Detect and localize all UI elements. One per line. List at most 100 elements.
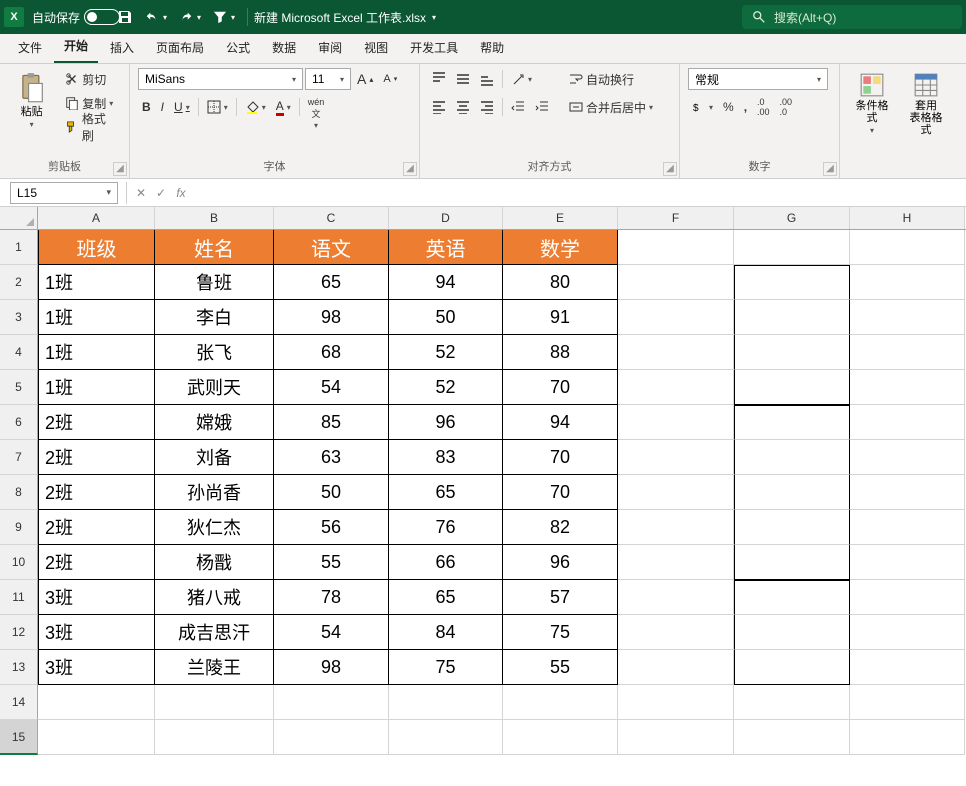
row-header[interactable]: 11 <box>0 580 38 615</box>
tab-file[interactable]: 文件 <box>8 33 52 63</box>
col-header-D[interactable]: D <box>389 207 503 229</box>
cell[interactable]: 嫦娥 <box>155 405 274 440</box>
col-header-A[interactable]: A <box>38 207 155 229</box>
cell[interactable] <box>734 335 850 370</box>
cell[interactable]: 98 <box>274 650 389 685</box>
comma-button[interactable]: , <box>740 96 751 118</box>
tab-review[interactable]: 审阅 <box>308 33 352 63</box>
cell[interactable]: 83 <box>389 440 503 475</box>
cell[interactable]: 91 <box>503 300 618 335</box>
cell[interactable] <box>850 475 965 510</box>
cell[interactable] <box>618 685 734 720</box>
cell[interactable] <box>618 370 734 405</box>
col-header-H[interactable]: H <box>850 207 965 229</box>
cell[interactable] <box>618 615 734 650</box>
cell[interactable] <box>389 720 503 755</box>
row-header[interactable]: 5 <box>0 370 38 405</box>
fill-color-button[interactable]: ▾ <box>241 96 270 118</box>
toggle-off-icon[interactable] <box>84 9 120 25</box>
cell[interactable] <box>618 440 734 475</box>
filter-button[interactable]: ▾ <box>207 6 241 28</box>
clipboard-launcher[interactable]: ◢ <box>113 162 127 176</box>
merge-center-button[interactable]: 合并后居中▾ <box>565 96 657 118</box>
cell[interactable]: 98 <box>274 300 389 335</box>
format-painter-button[interactable]: 格式刷 <box>61 116 121 138</box>
row-header[interactable]: 1 <box>0 230 38 265</box>
cell[interactable] <box>38 685 155 720</box>
cell[interactable] <box>734 440 850 475</box>
cell[interactable]: 52 <box>389 335 503 370</box>
tab-home[interactable]: 开始 <box>54 31 98 63</box>
cell[interactable]: 96 <box>389 405 503 440</box>
cell[interactable]: 班级 <box>38 230 155 265</box>
tab-developer[interactable]: 开发工具 <box>400 33 468 63</box>
cell[interactable]: 82 <box>503 510 618 545</box>
number-launcher[interactable]: ◢ <box>823 162 837 176</box>
align-left-button[interactable] <box>428 96 450 118</box>
cell[interactable] <box>618 475 734 510</box>
borders-button[interactable]: ▾ <box>203 96 232 118</box>
cell[interactable] <box>389 685 503 720</box>
row-header[interactable]: 8 <box>0 475 38 510</box>
align-bottom-button[interactable] <box>476 68 498 90</box>
underline-button[interactable]: U▾ <box>170 96 194 118</box>
cell[interactable]: 55 <box>503 650 618 685</box>
percent-button[interactable]: % <box>719 96 738 118</box>
cell[interactable]: 84 <box>389 615 503 650</box>
cell[interactable] <box>155 720 274 755</box>
cell[interactable]: 英语 <box>389 230 503 265</box>
cell[interactable] <box>850 685 965 720</box>
italic-button[interactable]: I <box>157 96 168 118</box>
cell[interactable] <box>734 720 850 755</box>
cell[interactable]: 54 <box>274 615 389 650</box>
col-header-E[interactable]: E <box>503 207 618 229</box>
cell[interactable]: 78 <box>274 580 389 615</box>
align-middle-button[interactable] <box>452 68 474 90</box>
conditional-format-button[interactable]: 条件格式▾ <box>848 68 896 139</box>
tab-view[interactable]: 视图 <box>354 33 398 63</box>
align-right-button[interactable] <box>476 96 498 118</box>
cell[interactable]: 张飞 <box>155 335 274 370</box>
cell[interactable]: 刘备 <box>155 440 274 475</box>
tab-insert[interactable]: 插入 <box>100 33 144 63</box>
cell[interactable]: 2班 <box>38 475 155 510</box>
cell[interactable]: 66 <box>389 545 503 580</box>
cell[interactable]: 3班 <box>38 615 155 650</box>
pinyin-button[interactable]: wén文▾ <box>304 96 329 118</box>
cell[interactable]: 80 <box>503 265 618 300</box>
align-top-button[interactable] <box>428 68 450 90</box>
font-size-combo[interactable]: 11▾ <box>305 68 351 90</box>
increase-decimal-button[interactable]: .0.00 <box>753 96 774 118</box>
cell[interactable]: 50 <box>389 300 503 335</box>
cell[interactable]: 成吉思汗 <box>155 615 274 650</box>
align-center-button[interactable] <box>452 96 474 118</box>
col-header-B[interactable]: B <box>155 207 274 229</box>
cell[interactable]: 猪八戒 <box>155 580 274 615</box>
cell[interactable] <box>850 265 965 300</box>
cell[interactable] <box>734 370 850 405</box>
cell[interactable]: 鲁班 <box>155 265 274 300</box>
cell[interactable]: 55 <box>274 545 389 580</box>
cell[interactable] <box>850 300 965 335</box>
cell[interactable]: 1班 <box>38 370 155 405</box>
cell[interactable]: 65 <box>389 475 503 510</box>
cell[interactable]: 63 <box>274 440 389 475</box>
cell[interactable] <box>850 650 965 685</box>
cell[interactable]: 85 <box>274 405 389 440</box>
cell[interactable]: 1班 <box>38 265 155 300</box>
row-header[interactable]: 14 <box>0 685 38 720</box>
cell[interactable] <box>850 405 965 440</box>
cell[interactable]: 94 <box>503 405 618 440</box>
name-box[interactable]: L15▾ <box>10 182 118 204</box>
font-launcher[interactable]: ◢ <box>403 162 417 176</box>
increase-indent-button[interactable] <box>531 96 553 118</box>
cut-button[interactable]: 剪切 <box>61 68 121 90</box>
cell[interactable]: 武则天 <box>155 370 274 405</box>
cell[interactable] <box>734 405 850 440</box>
row-header[interactable]: 7 <box>0 440 38 475</box>
cell[interactable]: 75 <box>389 650 503 685</box>
autosave-toggle[interactable]: 自动保存 ● 关 <box>32 9 111 26</box>
cell[interactable]: 56 <box>274 510 389 545</box>
cell[interactable] <box>618 405 734 440</box>
cell[interactable] <box>734 230 850 265</box>
